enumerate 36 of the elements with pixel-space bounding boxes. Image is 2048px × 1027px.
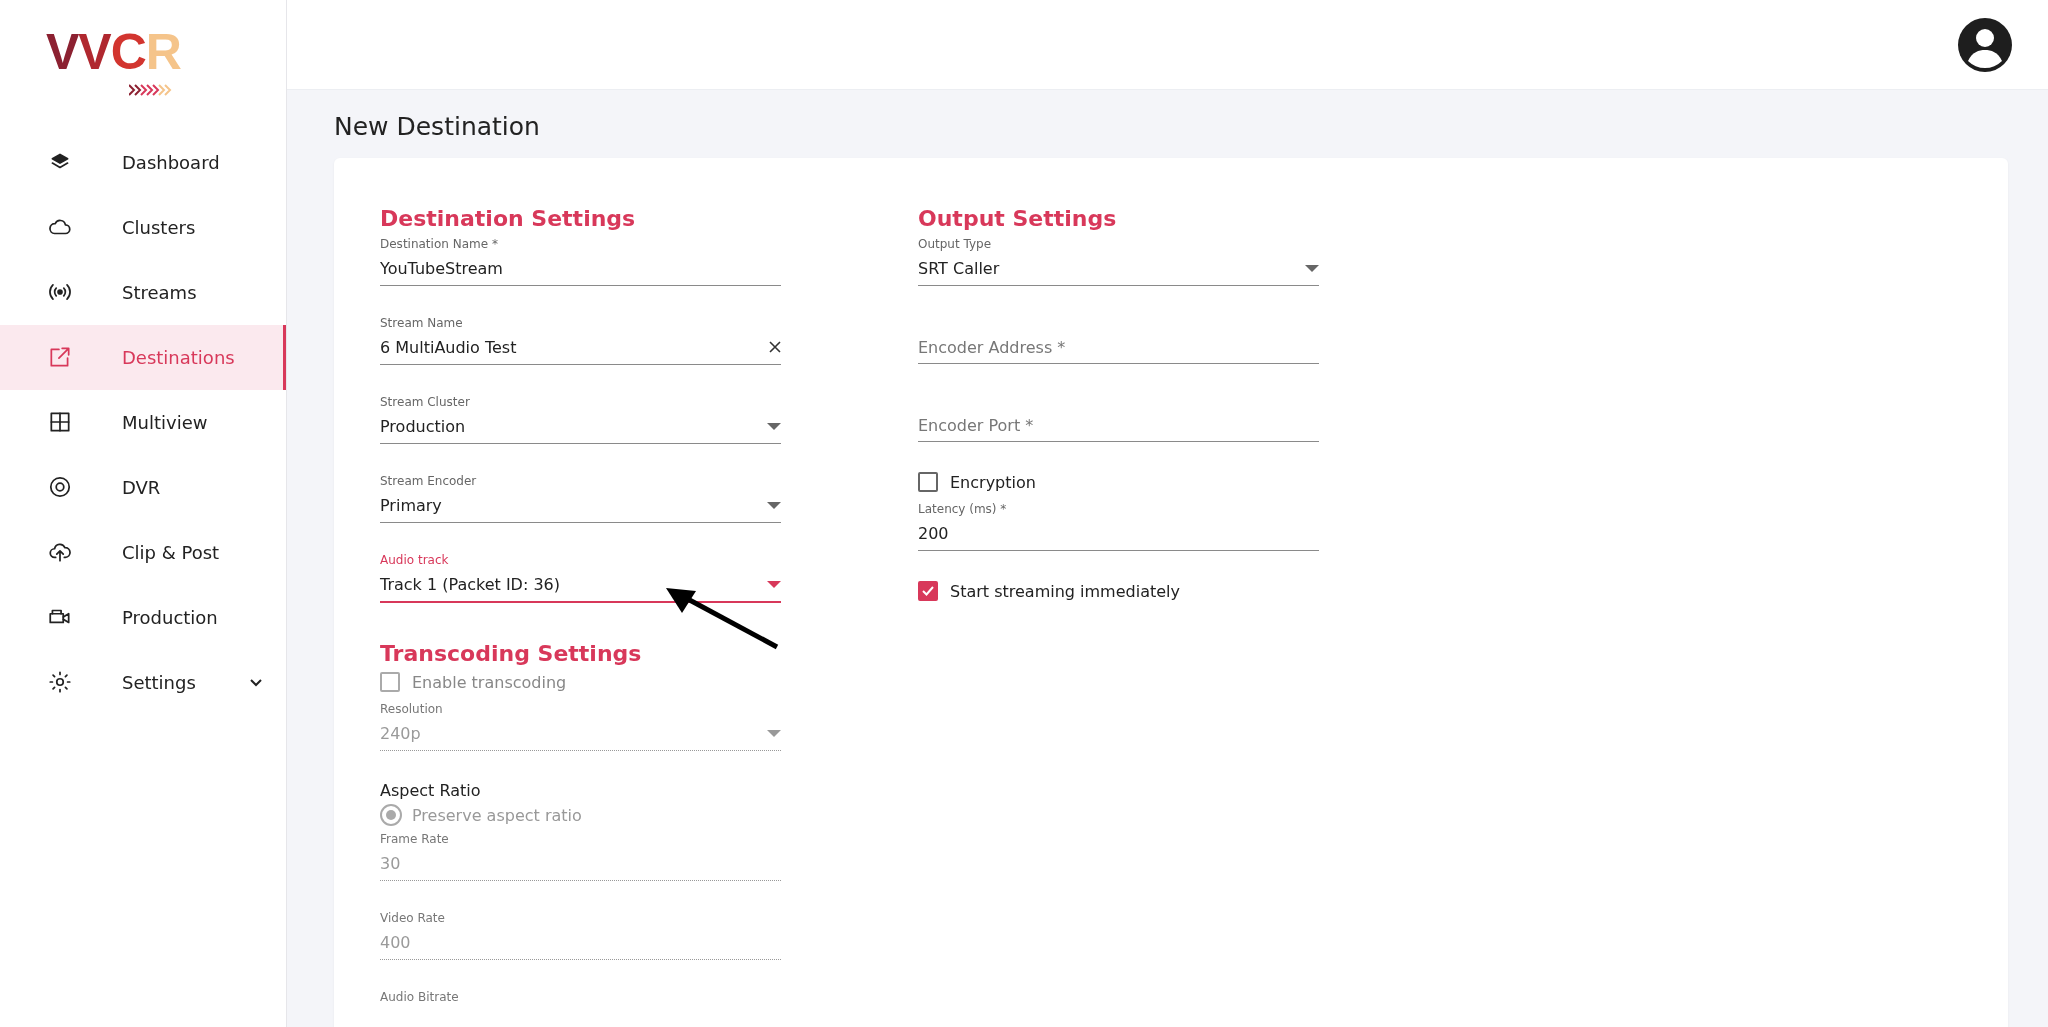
- dropdown-caret-icon: [1305, 264, 1319, 272]
- text-field[interactable]: Destination Name * YouTubeStream: [380, 237, 781, 286]
- section-heading: Destination Settings: [380, 206, 637, 231]
- select-field[interactable]: Stream Encoder Primary: [380, 474, 781, 523]
- nav-item[interactable]: Destinations: [0, 324, 286, 390]
- dropdown-caret-icon: [767, 580, 781, 588]
- checkbox[interactable]: Encryption: [918, 472, 1319, 492]
- text-field[interactable]: Encoder Address *: [918, 338, 1319, 364]
- nav-item[interactable]: Dashboard: [0, 129, 286, 195]
- section-heading: Output Settings: [918, 206, 1118, 231]
- text-field[interactable]: Stream Name 6 MultiAudio Test: [380, 316, 781, 365]
- group-label: Aspect Ratio: [380, 781, 482, 800]
- nav-item[interactable]: DVR: [0, 454, 286, 520]
- page-title: New Destination: [334, 112, 541, 143]
- target-icon: [47, 474, 73, 500]
- dropdown-caret-icon: [767, 729, 781, 737]
- nav-item[interactable]: Streams: [0, 259, 286, 325]
- text-field[interactable]: Latency (ms) * 200: [918, 502, 1319, 551]
- nav-item[interactable]: Clip & Post: [0, 519, 286, 585]
- external-link-icon: [47, 344, 73, 370]
- check-icon: [921, 584, 935, 598]
- nav-item[interactable]: Multiview: [0, 389, 286, 455]
- grid-icon: [47, 409, 73, 435]
- close-icon[interactable]: [769, 341, 781, 353]
- nav-item[interactable]: Production: [0, 584, 286, 650]
- section-heading: Transcoding Settings: [380, 641, 643, 666]
- nav-item[interactable]: Settings: [0, 649, 286, 715]
- logo: VVCR: [46, 24, 181, 96]
- nav-item[interactable]: Clusters: [0, 194, 286, 260]
- checkbox[interactable]: Start streaming immediately: [918, 581, 1319, 601]
- select-field[interactable]: Stream Cluster Production: [380, 395, 781, 444]
- select-field[interactable]: Output Type SRT Caller: [918, 237, 1319, 286]
- avatar-icon[interactable]: [1957, 16, 2013, 73]
- text-field[interactable]: Encoder Port *: [918, 416, 1319, 442]
- dropdown-caret-icon: [767, 422, 781, 430]
- dropdown-caret-icon: [767, 501, 781, 509]
